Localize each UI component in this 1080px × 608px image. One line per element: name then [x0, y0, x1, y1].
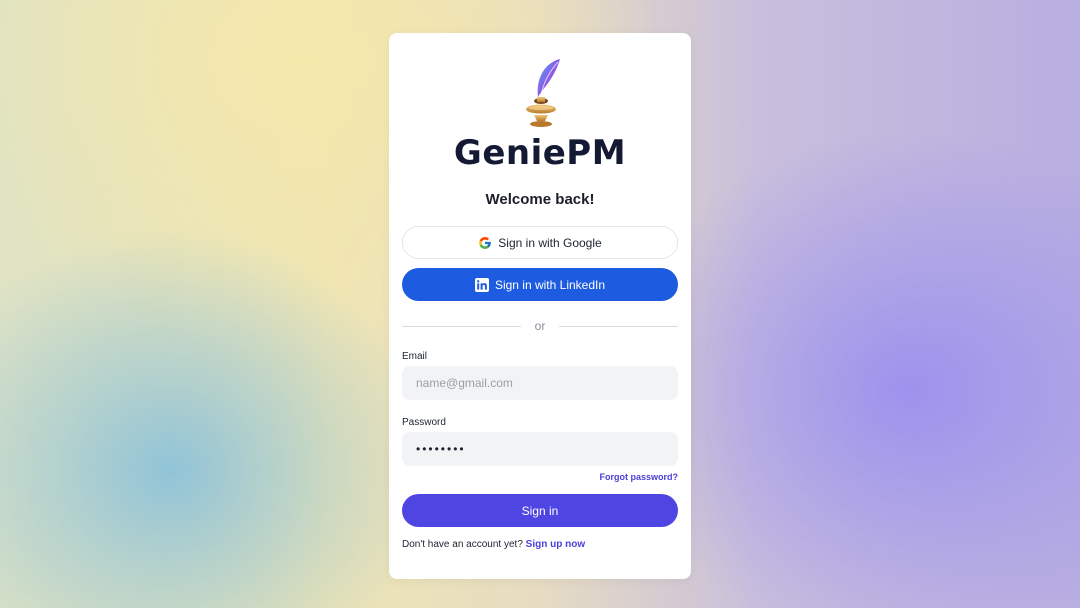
linkedin-signin-label: Sign in with LinkedIn — [494, 277, 606, 292]
forgot-password-link[interactable]: Forgot password? — [600, 472, 679, 482]
sign-in-label: Sign in — [521, 503, 559, 518]
email-field[interactable] — [402, 366, 678, 400]
sign-in-button[interactable]: Sign in — [402, 494, 678, 527]
divider-line-right — [559, 326, 678, 327]
google-signin-label: Sign in with Google — [498, 235, 602, 250]
linkedin-icon — [474, 277, 489, 292]
password-field[interactable] — [402, 432, 678, 466]
brand-name: GeniePM — [453, 133, 627, 173]
google-signin-button[interactable]: Sign in with Google — [402, 226, 678, 259]
genie-lamp-quill-icon — [514, 57, 568, 133]
signup-prompt: Don't have an account yet? — [402, 539, 523, 550]
google-icon — [478, 236, 492, 250]
linkedin-signin-button[interactable]: Sign in with LinkedIn — [402, 268, 678, 301]
welcome-heading: Welcome back! — [485, 191, 595, 208]
password-label: Password — [402, 417, 446, 428]
signup-prompt-row: Don't have an account yet? Sign up now — [402, 539, 585, 550]
email-label: Email — [402, 351, 428, 362]
signup-link[interactable]: Sign up now — [526, 539, 585, 550]
or-divider: or — [402, 319, 678, 333]
login-card: GeniePM Welcome back! Sign in with Googl… — [389, 33, 691, 579]
